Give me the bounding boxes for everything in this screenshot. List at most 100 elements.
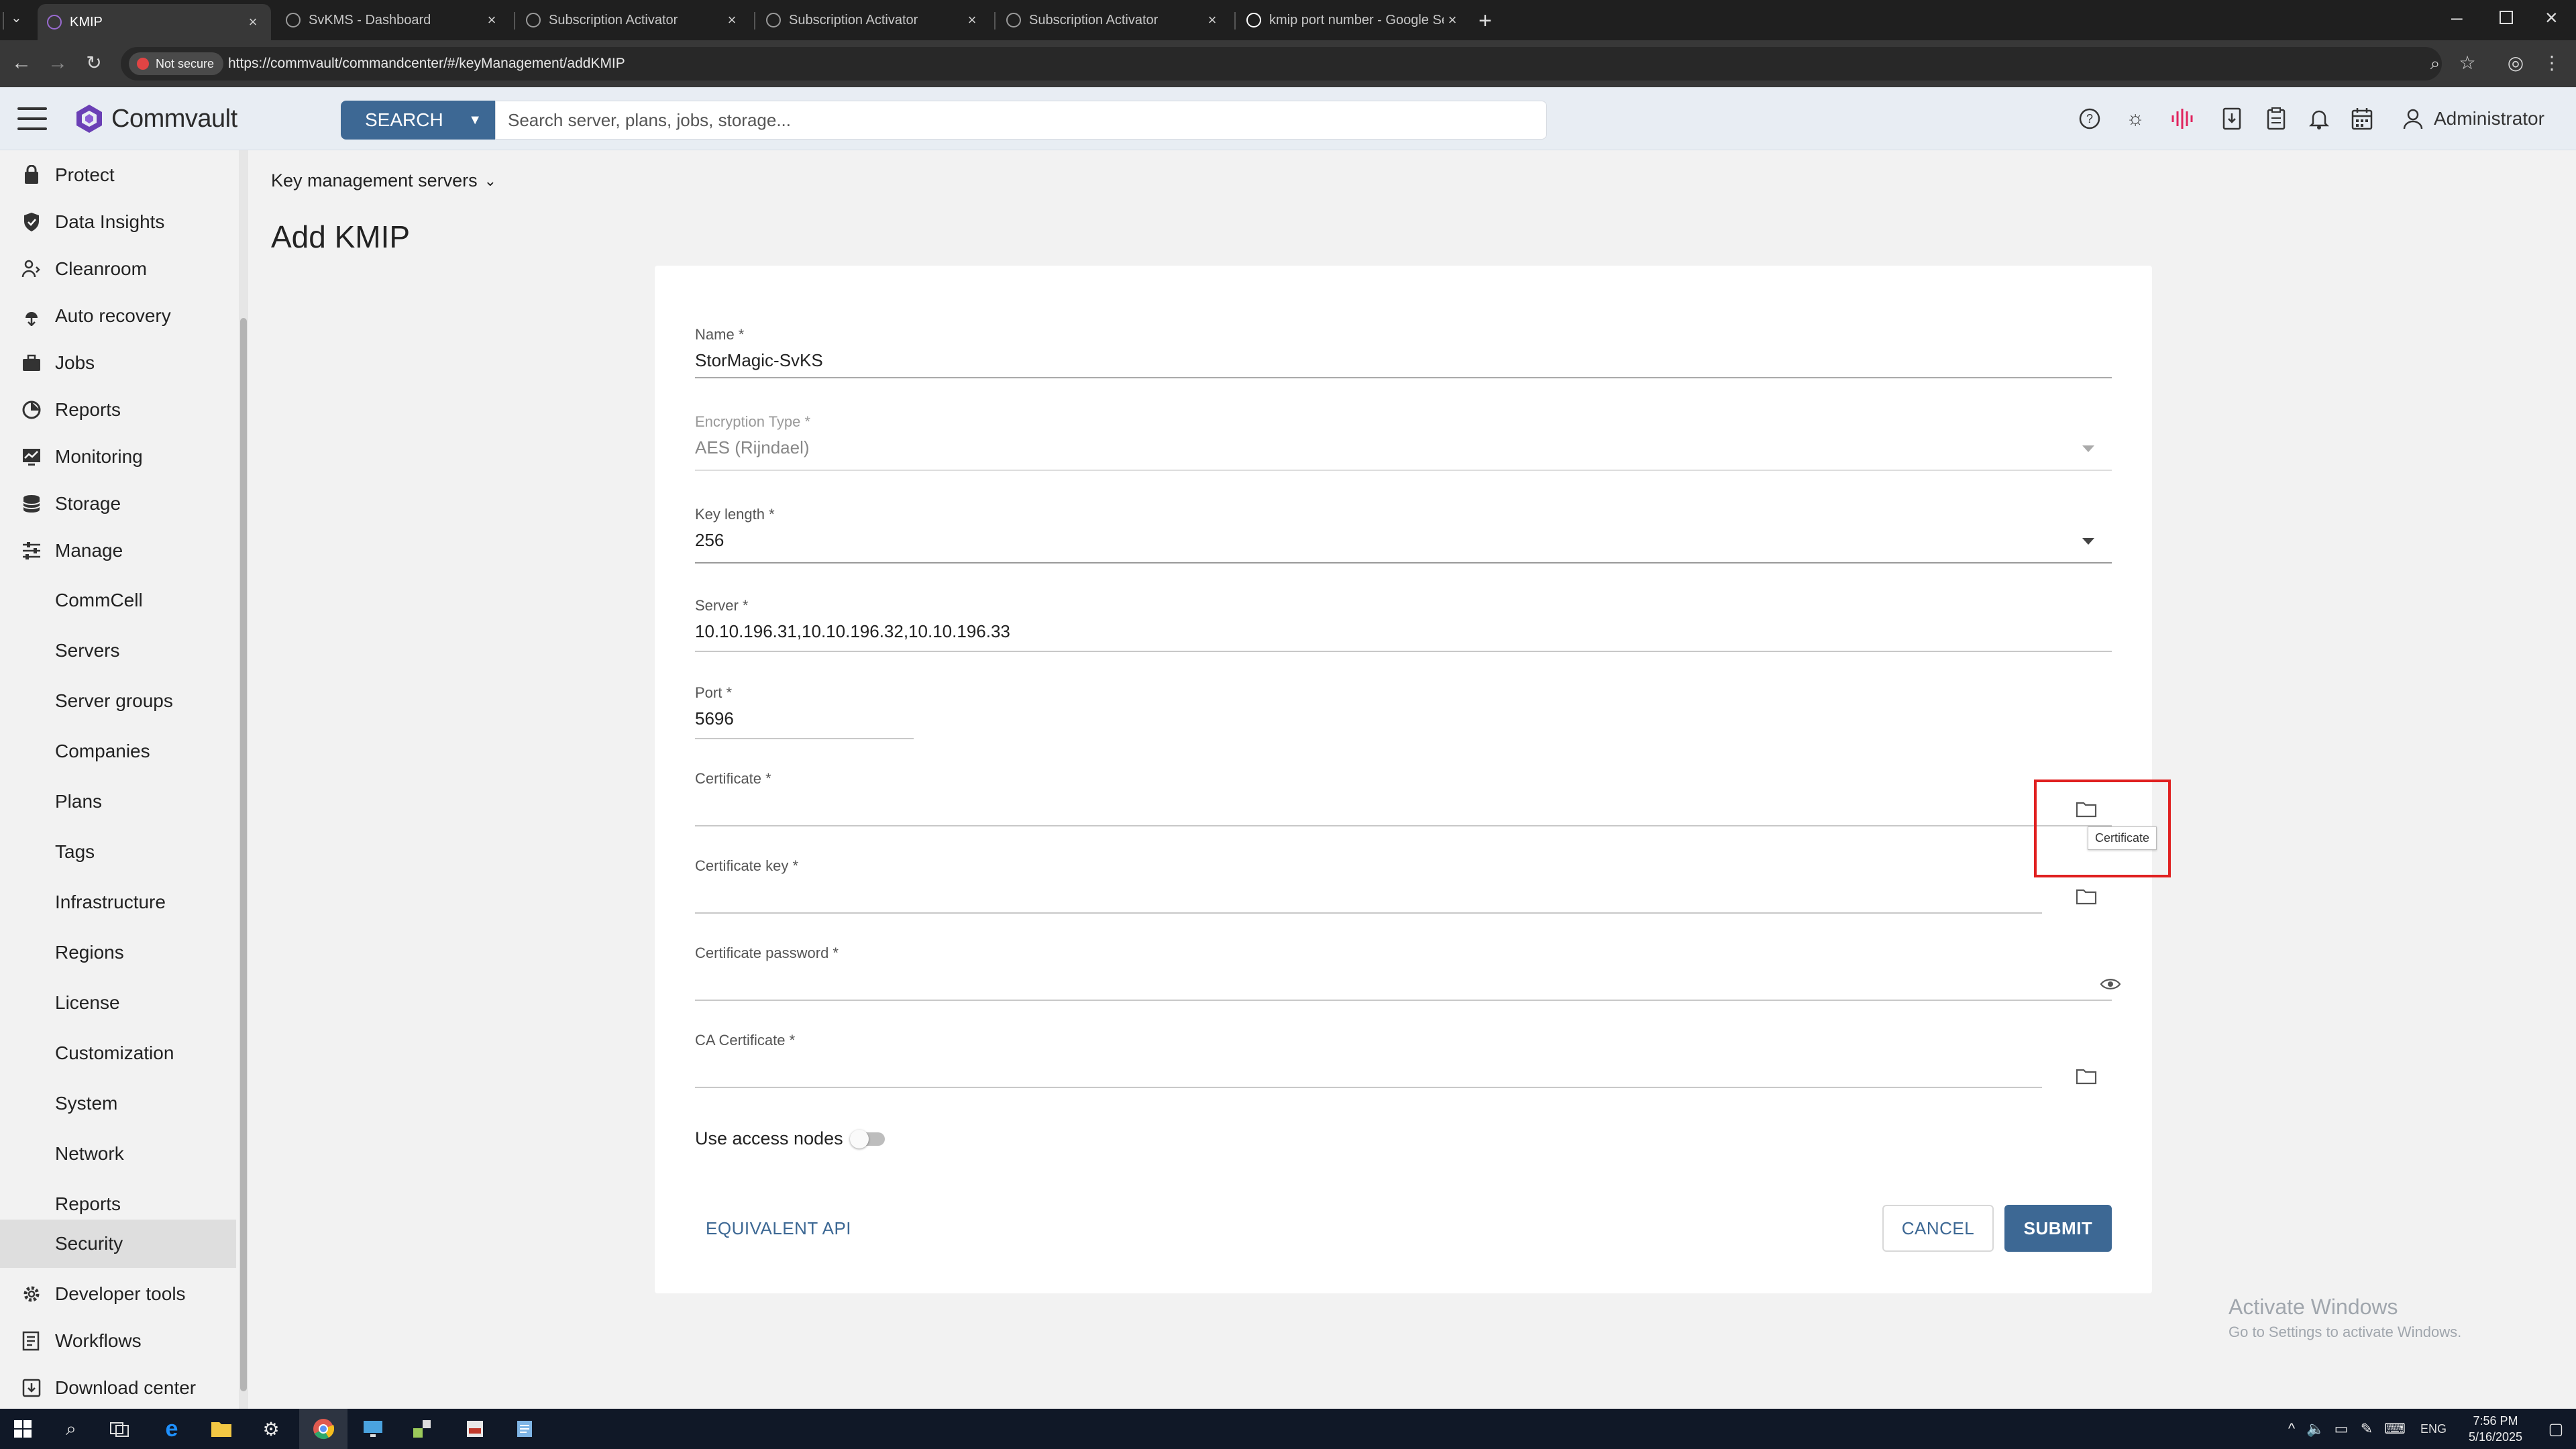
tab-kmip[interactable]: KMIP ×: [38, 4, 271, 40]
sidebar-item-regions[interactable]: Regions: [0, 929, 236, 976]
new-tab-plus-icon[interactable]: +: [1479, 8, 1492, 34]
dropdown-arrow-icon[interactable]: [2082, 538, 2094, 545]
settings-gear-icon[interactable]: ⚙: [258, 1415, 284, 1442]
edge-browser-icon[interactable]: e: [158, 1415, 185, 1442]
tab-google-search[interactable]: kmip port number - Google Se ×: [1237, 4, 1470, 36]
sidebar-item-system[interactable]: System: [0, 1080, 236, 1127]
input-language[interactable]: ENG: [2420, 1422, 2447, 1436]
sidebar-item-cleanroom[interactable]: Cleanroom: [0, 246, 236, 292]
sidebar-item-servers[interactable]: Servers: [0, 627, 236, 674]
chrome-icon[interactable]: [299, 1409, 347, 1449]
hamburger-menu-icon[interactable]: [17, 107, 47, 130]
server-field[interactable]: Server * 10.10.196.31,10.10.196.32,10.10…: [695, 597, 2112, 653]
sidebar-item-jobs[interactable]: Jobs: [0, 339, 236, 386]
minimize-window-icon[interactable]: –: [2451, 7, 2463, 30]
key-length-value[interactable]: 256: [695, 530, 724, 551]
clipboard-icon[interactable]: [2262, 105, 2290, 133]
equivalent-api-link[interactable]: EQUIVALENT API: [706, 1218, 851, 1239]
volume-muted-icon[interactable]: 🔈: [2302, 1415, 2329, 1442]
tab-search-chevron-icon[interactable]: ⌄: [11, 9, 22, 26]
browser-menu-icon[interactable]: ⋮: [2538, 50, 2565, 76]
restore-window-icon[interactable]: [2500, 11, 2513, 24]
sidebar-item-infrastructure[interactable]: Infrastructure: [0, 879, 236, 926]
certificate-field[interactable]: Certificate *: [695, 770, 2112, 826]
keyboard-icon[interactable]: ⌨: [2381, 1415, 2408, 1442]
close-icon[interactable]: ×: [963, 11, 981, 29]
calendar-icon[interactable]: [2348, 105, 2376, 133]
port-field[interactable]: Port * 5696: [695, 684, 914, 741]
tab-subscription-activator-2[interactable]: Subscription Activator ×: [757, 4, 990, 36]
profile-icon[interactable]: ◎: [2502, 50, 2529, 76]
sidebar-item-manage[interactable]: Manage: [0, 527, 236, 574]
document-app-icon[interactable]: [462, 1415, 488, 1442]
search-icon[interactable]: ⌕: [58, 1415, 85, 1442]
user-menu[interactable]: Administrator: [2402, 105, 2544, 133]
pen-tray-icon[interactable]: ✎: [2353, 1415, 2380, 1442]
address-bar[interactable]: Not secure https://commvault/commandcent…: [121, 47, 2442, 80]
close-icon[interactable]: ×: [483, 11, 500, 29]
sidebar-item-download-center[interactable]: Download center: [0, 1364, 236, 1411]
network-tray-icon[interactable]: ▭: [2328, 1415, 2355, 1442]
windows-start-icon[interactable]: [9, 1415, 36, 1442]
zoom-icon[interactable]: ⌕: [2422, 50, 2449, 76]
theme-sun-icon[interactable]: ☼: [2121, 105, 2149, 133]
activity-pulse-icon[interactable]: [2168, 105, 2196, 133]
tab-svkms-dashboard[interactable]: SvKMS - Dashboard ×: [276, 4, 510, 36]
sidebar-item-plans[interactable]: Plans: [0, 778, 236, 825]
sidebar-item-workflows[interactable]: Workflows: [0, 1318, 236, 1364]
tab-subscription-activator-1[interactable]: Subscription Activator ×: [517, 4, 750, 36]
notification-bell-icon[interactable]: [2305, 105, 2333, 133]
submit-button[interactable]: SUBMIT: [2004, 1205, 2112, 1252]
file-explorer-icon[interactable]: [208, 1415, 235, 1442]
search-scope-button[interactable]: SEARCH ▼: [341, 101, 495, 140]
download-document-icon[interactable]: [2218, 105, 2246, 133]
sidebar-item-license[interactable]: License: [0, 979, 236, 1026]
notifications-icon[interactable]: ▢: [2542, 1415, 2569, 1442]
sidebar-item-protect[interactable]: Protect: [0, 152, 236, 199]
task-view-icon[interactable]: [106, 1415, 133, 1442]
close-icon[interactable]: ×: [1203, 11, 1221, 29]
sidebar-item-storage[interactable]: Storage: [0, 480, 236, 527]
tab-subscription-activator-3[interactable]: Subscription Activator ×: [997, 4, 1230, 36]
sidebar-scrollbar[interactable]: [239, 150, 248, 1409]
tab-list-button[interactable]: [3, 12, 4, 30]
sidebar-item-server-groups[interactable]: Server groups: [0, 678, 236, 724]
sidebar-scrollbar-thumb[interactable]: [240, 318, 247, 1391]
close-window-icon[interactable]: ×: [2545, 5, 2558, 30]
port-input[interactable]: 5696: [695, 708, 734, 729]
remote-desktop-icon[interactable]: [360, 1415, 386, 1442]
commvault-logo[interactable]: Commvault: [74, 102, 237, 136]
close-icon[interactable]: ×: [244, 13, 262, 31]
forward-arrow-icon[interactable]: →: [44, 50, 71, 76]
sidebar-item-tags[interactable]: Tags: [0, 828, 236, 875]
system-clock[interactable]: 7:56 PM 5/16/2025: [2455, 1413, 2536, 1445]
sidebar-item-security[interactable]: Security: [0, 1220, 236, 1268]
sidebar-item-customization[interactable]: Customization: [0, 1030, 236, 1077]
sidebar-item-auto-recovery[interactable]: Auto recovery: [0, 292, 236, 339]
url-text[interactable]: https://commvault/commandcenter/#/keyMan…: [228, 47, 625, 80]
notepad-icon[interactable]: [511, 1415, 538, 1442]
folder-icon[interactable]: [2076, 887, 2097, 906]
close-icon[interactable]: ×: [723, 11, 741, 29]
use-access-nodes-toggle[interactable]: [849, 1129, 885, 1148]
sidebar-item-network[interactable]: Network: [0, 1130, 236, 1177]
ca-certificate-field[interactable]: CA Certificate *: [695, 1032, 2112, 1088]
sidebar-item-monitoring[interactable]: Monitoring: [0, 433, 236, 480]
sidebar-item-developer-tools[interactable]: Developer tools: [0, 1271, 236, 1318]
server-input[interactable]: 10.10.196.31,10.10.196.32,10.10.196.33: [695, 621, 1010, 642]
name-field[interactable]: Name * StorMagic-SvKS: [695, 326, 2112, 380]
sidebar-item-commcell[interactable]: CommCell: [0, 577, 236, 624]
cancel-button[interactable]: CANCEL: [1882, 1205, 1994, 1252]
back-arrow-icon[interactable]: ←: [8, 50, 35, 76]
not-secure-badge[interactable]: Not secure: [129, 52, 224, 75]
breadcrumb[interactable]: Key management servers ⌄: [271, 170, 496, 191]
help-icon[interactable]: ?: [2076, 105, 2104, 133]
folder-icon[interactable]: [2076, 1067, 2097, 1085]
reload-icon[interactable]: ↻: [80, 50, 107, 76]
tray-chevron-up-icon[interactable]: ^: [2278, 1415, 2305, 1442]
certificate-password-field[interactable]: Certificate password *: [695, 945, 2121, 1001]
sidebar-item-data-insights[interactable]: Data Insights: [0, 199, 236, 246]
certificate-key-field[interactable]: Certificate key *: [695, 857, 2112, 914]
sidebar-item-reports[interactable]: Reports: [0, 386, 236, 433]
sidebar-item-companies[interactable]: Companies: [0, 728, 236, 775]
